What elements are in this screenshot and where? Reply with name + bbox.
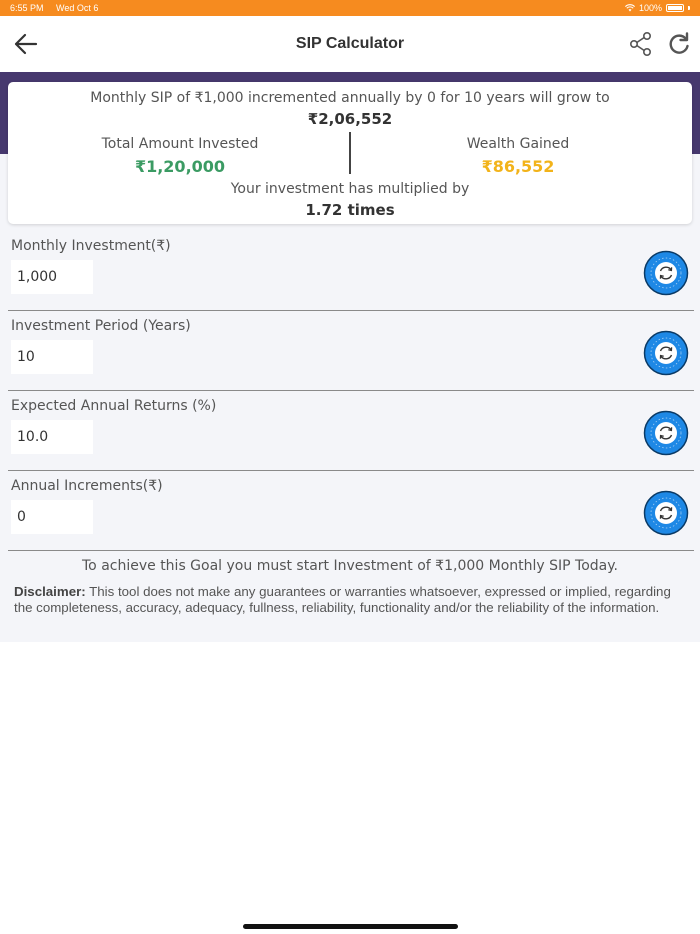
field-label: Expected Annual Returns (%): [11, 398, 217, 414]
goal-text: To achieve this Goal you must start Inve…: [82, 558, 618, 574]
reset-icon[interactable]: [643, 410, 689, 456]
battery-tip: [688, 6, 690, 10]
annual-increments-input[interactable]: [11, 500, 93, 534]
disclaimer-label: Disclaimer:: [14, 584, 86, 599]
status-date: Wed Oct 6: [56, 3, 99, 13]
page-title: SIP Calculator: [295, 35, 405, 52]
gained-label: Wealth Gained: [466, 136, 570, 152]
share-icon[interactable]: [628, 31, 654, 57]
field-investment-period: Investment Period (Years): [0, 318, 700, 398]
disclaimer: Disclaimer: This tool does not make any …: [14, 584, 686, 616]
monthly-investment-input[interactable]: [11, 260, 93, 294]
nav-bar: SIP Calculator: [0, 16, 700, 72]
status-left: 6:55 PM Wed Oct 6: [10, 3, 108, 13]
field-divider: [8, 310, 694, 311]
multiplier-label: Your investment has multiplied by: [230, 181, 470, 197]
field-label: Annual Increments(₹): [11, 478, 163, 494]
gained-value: ₹86,552: [481, 157, 555, 176]
status-right: 100%: [624, 3, 690, 13]
battery-icon: [666, 4, 684, 12]
home-indicator[interactable]: [243, 924, 458, 929]
status-time: 6:55 PM: [10, 3, 44, 13]
invested-value: ₹1,20,000: [134, 157, 226, 176]
field-label: Monthly Investment(₹): [11, 238, 171, 254]
battery-percent: 100%: [638, 3, 662, 13]
field-expected-returns: Expected Annual Returns (%): [0, 398, 700, 478]
total-value: ₹2,06,552: [307, 110, 393, 128]
field-label: Investment Period (Years): [11, 318, 191, 334]
reset-icon[interactable]: [643, 330, 689, 376]
field-divider: [8, 470, 694, 471]
field-divider: [8, 390, 694, 391]
multiplier-value: 1.72 times: [305, 201, 395, 219]
reset-icon[interactable]: [643, 490, 689, 536]
reset-icon[interactable]: [643, 250, 689, 296]
disclaimer-text: This tool does not make any guarantees o…: [14, 584, 671, 615]
field-monthly-investment: Monthly Investment(₹): [0, 238, 700, 318]
summary-divider: [349, 132, 351, 174]
refresh-icon[interactable]: [666, 31, 692, 57]
invested-label: Total Amount Invested: [101, 136, 259, 152]
summary-headline: Monthly SIP of ₹1,000 incremented annual…: [90, 90, 610, 106]
wifi-icon: [624, 4, 635, 12]
investment-period-input[interactable]: [11, 340, 93, 374]
arrow-left-icon[interactable]: [12, 30, 40, 58]
status-bar: 6:55 PM Wed Oct 6 100%: [0, 0, 700, 16]
field-annual-increments: Annual Increments(₹): [0, 478, 700, 558]
summary-card: Monthly SIP of ₹1,000 incremented annual…: [8, 82, 692, 224]
expected-returns-input[interactable]: [11, 420, 93, 454]
field-divider: [8, 550, 694, 551]
